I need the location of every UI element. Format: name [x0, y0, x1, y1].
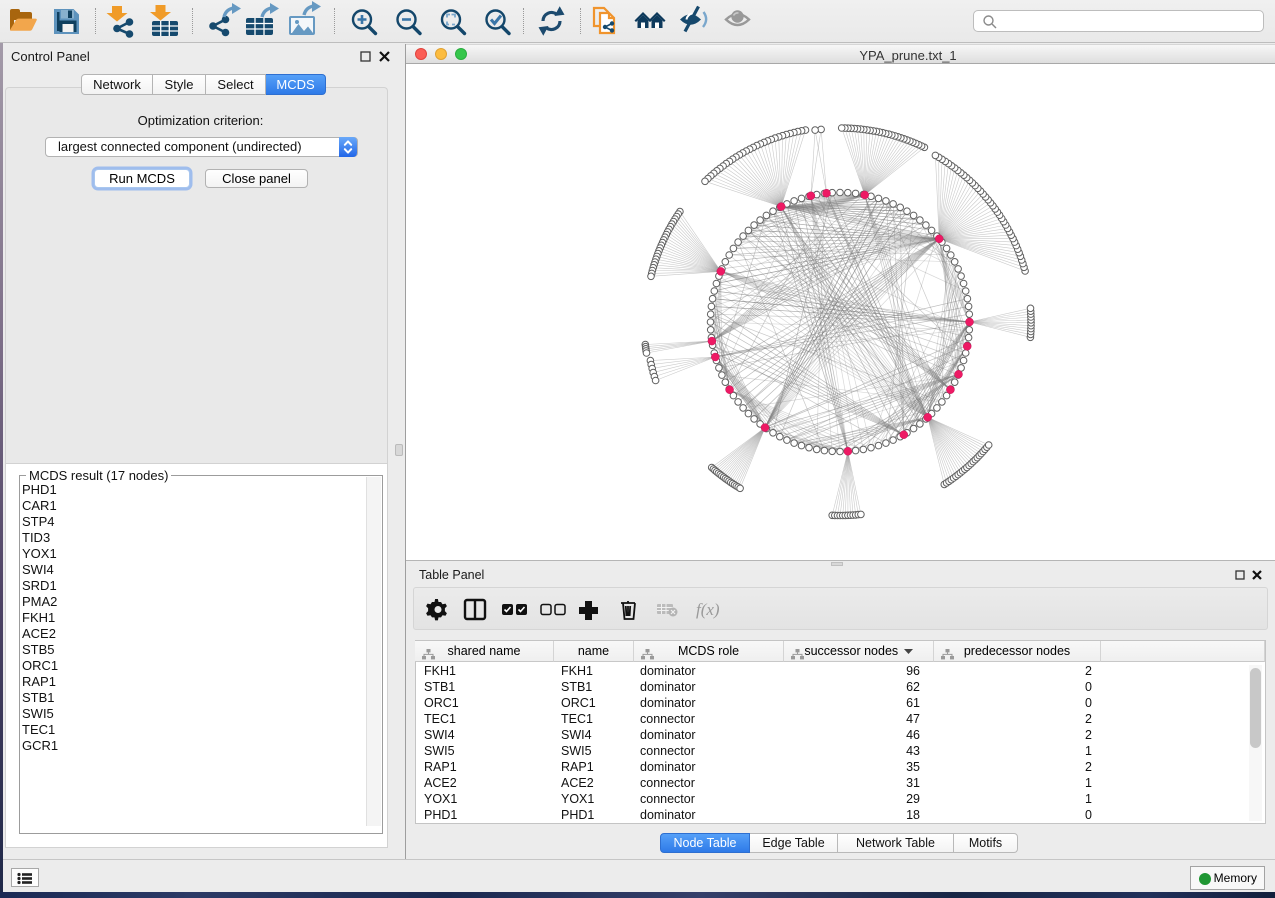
svg-text:f(x): f(x)	[696, 600, 720, 619]
